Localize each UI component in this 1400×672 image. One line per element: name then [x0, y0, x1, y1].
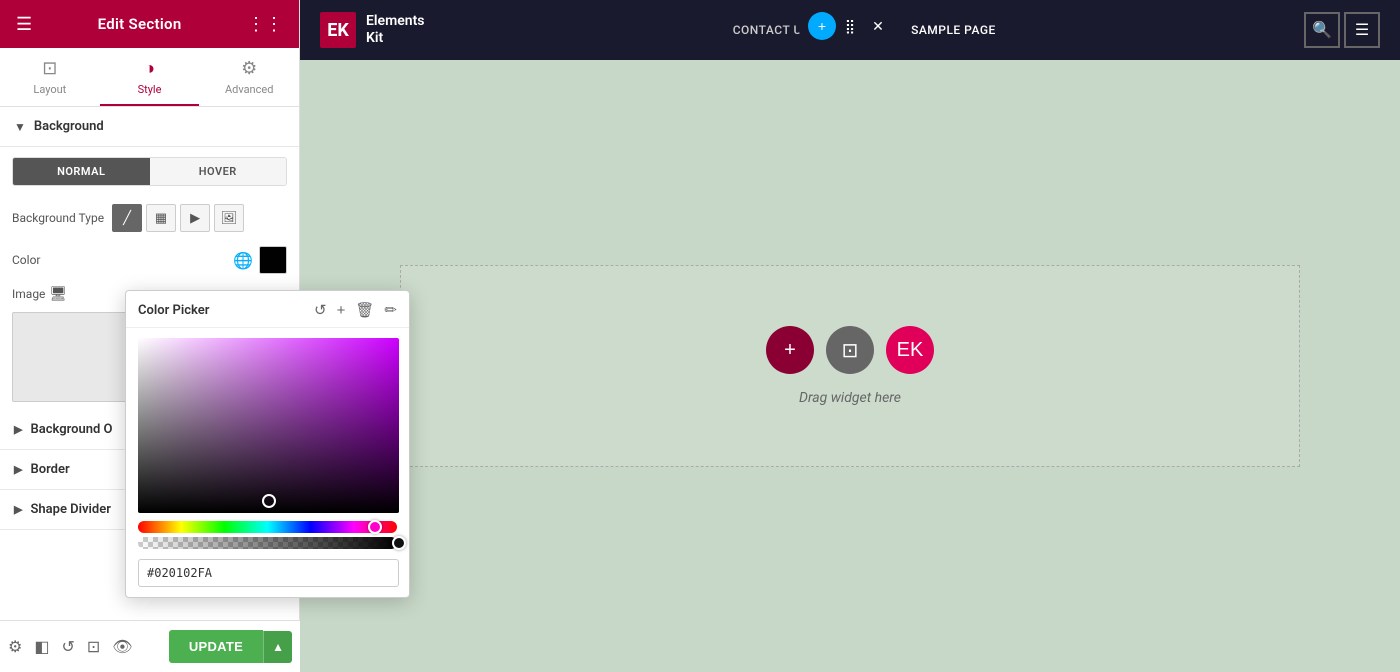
update-arrow-btn[interactable]: ▲	[263, 631, 292, 663]
chevron-down-icon: ▼	[14, 120, 26, 134]
color-controls: 🌐	[233, 246, 287, 274]
history-icon[interactable]: ↺	[61, 637, 74, 656]
widget-buttons: + ⊡ EK	[766, 326, 934, 374]
logo-text: Elements Kit	[366, 13, 424, 47]
color-swatch[interactable]	[259, 246, 287, 274]
image-label: Image 🖥	[12, 286, 67, 302]
color-label: Color	[12, 253, 225, 267]
bg-type-label: Background Type	[12, 211, 104, 225]
tab-layout[interactable]: ⊡ Layout	[0, 48, 100, 106]
cp-hue-slider[interactable]	[138, 521, 397, 533]
settings-icon[interactable]: ⚙	[8, 637, 22, 656]
logo-area: EK Elements Kit	[320, 12, 424, 48]
cp-hue-thumb	[368, 520, 382, 534]
cp-cursor	[262, 494, 276, 508]
ft-move-btn[interactable]: ⣿	[836, 12, 864, 40]
tab-style-label: Style	[138, 83, 162, 96]
color-row: Color 🌐	[0, 240, 299, 280]
bg-type-options: ╱ ▦ ▶ 🖼	[112, 204, 244, 232]
global-color-icon[interactable]: 🌐	[233, 251, 253, 270]
panel-header: ☰ Edit Section ⋮⋮	[0, 0, 299, 48]
advanced-icon: ⚙	[241, 58, 257, 79]
section-container: + ⊡ EK Drag widget here	[300, 60, 1400, 672]
floating-toolbar: + ⣿ ✕	[798, 8, 902, 44]
bg-type-row: Background Type ╱ ▦ ▶ 🖼	[0, 196, 299, 240]
responsive-icon[interactable]: ⊡	[87, 637, 100, 656]
color-picker-popup: Color Picker ↺ + 🗑 ✏ #020102FA	[125, 290, 410, 598]
chevron-right-icon: ▶	[14, 423, 22, 436]
image-icon: 🖥	[49, 286, 67, 302]
update-btn-group: UPDATE ▲	[169, 630, 292, 663]
drag-text: Drag widget here	[799, 390, 901, 406]
tab-style[interactable]: ◑ Style	[100, 48, 200, 106]
left-panel: ☰ Edit Section ⋮⋮ ⊡ Layout ◑ Style ⚙ Adv…	[0, 0, 300, 672]
background-section-header[interactable]: ▼ Background	[0, 107, 299, 147]
cp-gradient-bg	[138, 338, 399, 513]
background-label: Background	[34, 119, 104, 134]
bg-type-video[interactable]: ▶	[180, 204, 210, 232]
cp-delete-btn[interactable]: 🗑	[355, 301, 374, 319]
chevron-right-icon-3: ▶	[14, 503, 22, 516]
tab-advanced[interactable]: ⚙ Advanced	[199, 48, 299, 106]
bg-type-slideshow[interactable]: 🖼	[214, 204, 244, 232]
ek-widget-btn[interactable]: EK	[886, 326, 934, 374]
section-inner: + ⊡ EK Drag widget here	[400, 265, 1300, 467]
panel-title: Edit Section	[98, 15, 182, 33]
bg-type-gradient[interactable]: ▦	[146, 204, 176, 232]
cp-actions: ↺ + 🗑 ✏	[314, 301, 397, 319]
cp-header: Color Picker ↺ + 🗑 ✏	[126, 291, 409, 328]
tab-layout-label: Layout	[33, 83, 66, 96]
cp-add-btn[interactable]: +	[337, 302, 346, 319]
hover-tab[interactable]: HOVER	[150, 158, 287, 185]
normal-tab[interactable]: NORMAL	[13, 158, 150, 185]
cp-alpha-thumb	[392, 536, 406, 550]
canvas-area: EK Elements Kit CONTACT US ABOUT SAMPLE …	[300, 0, 1400, 672]
nav-right-icons: 🔍 ☰	[1304, 12, 1380, 48]
nav-sample[interactable]: SAMPLE PAGE	[911, 23, 996, 37]
widget-folder-btn[interactable]: ⊡	[826, 326, 874, 374]
panel-tabs: ⊡ Layout ◑ Style ⚙ Advanced	[0, 48, 299, 107]
menu-btn[interactable]: ☰	[1344, 12, 1380, 48]
ft-close-btn[interactable]: ✕	[864, 12, 892, 40]
search-btn[interactable]: 🔍	[1304, 12, 1340, 48]
cp-alpha-slider[interactable]	[138, 537, 397, 549]
add-widget-btn[interactable]: +	[766, 326, 814, 374]
layout-icon: ⊡	[42, 58, 57, 79]
cp-gradient-canvas[interactable]	[138, 338, 399, 513]
bottom-toolbar: ⚙ ◧ ↺ ⊡ 👁 UPDATE ▲	[0, 620, 300, 672]
layers-icon[interactable]: ◧	[34, 637, 49, 656]
cp-hex-input[interactable]: #020102FA	[138, 559, 399, 587]
toolbar-icons: ⚙ ◧ ↺ ⊡ 👁	[8, 637, 133, 656]
cp-title: Color Picker	[138, 303, 209, 318]
grid-icon[interactable]: ⋮⋮	[247, 14, 283, 35]
hamburger-icon[interactable]: ☰	[16, 14, 32, 35]
cp-eyedropper-btn[interactable]: ✏	[384, 301, 397, 319]
tab-advanced-label: Advanced	[225, 83, 273, 96]
preview-icon[interactable]: 👁	[112, 637, 132, 656]
normal-hover-tabs: NORMAL HOVER	[12, 157, 287, 186]
logo-icon: EK	[320, 12, 356, 48]
bg-type-classic[interactable]: ╱	[112, 204, 142, 232]
cp-reset-btn[interactable]: ↺	[314, 301, 327, 319]
ft-add-btn[interactable]: +	[808, 12, 836, 40]
update-button[interactable]: UPDATE	[169, 630, 263, 663]
chevron-right-icon-2: ▶	[14, 463, 22, 476]
style-icon: ◑	[144, 58, 155, 79]
